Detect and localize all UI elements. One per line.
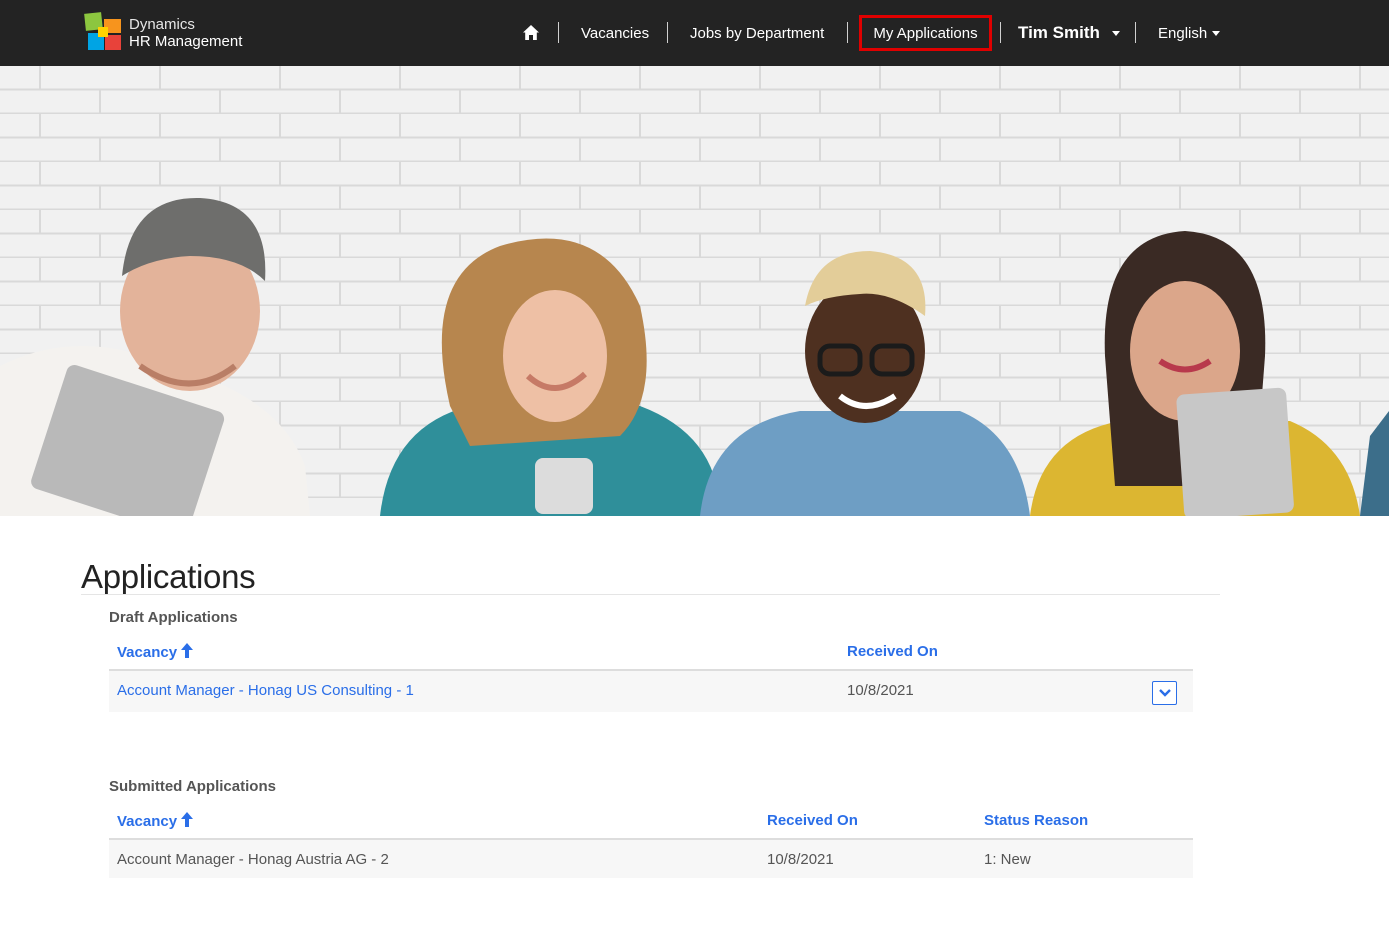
hero-banner-image bbox=[0, 66, 1389, 516]
draft-applications-grid: Vacancy Received On Account Manager - Ho… bbox=[109, 635, 1193, 712]
language-dropdown[interactable]: English bbox=[1158, 0, 1221, 66]
nav-separator bbox=[1135, 22, 1136, 43]
nav-vacancies[interactable]: Vacancies bbox=[581, 0, 649, 66]
dynamics-logo-icon bbox=[83, 12, 125, 53]
user-menu-dropdown[interactable]: Tim Smith bbox=[1018, 0, 1120, 66]
language-label: English bbox=[1158, 24, 1208, 42]
submitted-applications-title: Submitted Applications bbox=[109, 778, 276, 795]
brand-line-1: Dynamics bbox=[129, 16, 195, 33]
sort-ascending-icon bbox=[181, 643, 194, 658]
nav-separator bbox=[847, 22, 848, 43]
vacancy-link[interactable]: Account Manager - Honag US Consulting - … bbox=[117, 682, 414, 699]
nav-my-applications[interactable]: My Applications bbox=[859, 15, 992, 51]
nav-separator bbox=[667, 22, 668, 43]
table-row: Account Manager - Honag US Consulting - … bbox=[109, 671, 1193, 712]
caret-down-icon bbox=[1111, 30, 1120, 36]
nav-separator bbox=[1000, 22, 1001, 43]
nav-my-applications-label: My Applications bbox=[873, 24, 978, 42]
nav-jobs-by-department[interactable]: Jobs by Department bbox=[690, 0, 824, 66]
submitted-applications-grid: Vacancy Received On Status Reason Accoun… bbox=[109, 804, 1193, 878]
column-header-vacancy-label: Vacancy bbox=[117, 644, 178, 661]
vacancy-cell: Account Manager - Honag Austria AG - 2 bbox=[117, 851, 389, 868]
column-header-vacancy-label: Vacancy bbox=[117, 813, 178, 830]
nav-separator bbox=[558, 22, 559, 43]
top-navbar: Dynamics HR Management Vacancies Jobs by… bbox=[0, 0, 1389, 66]
column-header-status-reason[interactable]: Status Reason bbox=[984, 812, 1088, 829]
grid-header: Vacancy Received On bbox=[109, 635, 1193, 671]
nav-vacancies-label: Vacancies bbox=[581, 24, 650, 42]
brand-line-2: HR Management bbox=[129, 33, 243, 50]
table-row: Account Manager - Honag Austria AG - 2 1… bbox=[109, 840, 1193, 878]
column-header-vacancy[interactable]: Vacancy bbox=[117, 812, 194, 830]
chevron-down-icon bbox=[1158, 689, 1171, 697]
hero-people-with-devices-illustration bbox=[0, 66, 1389, 516]
brand-name: Dynamics HR Management bbox=[129, 16, 242, 50]
received-on-cell: 10/8/2021 bbox=[847, 682, 914, 699]
column-header-received-on[interactable]: Received On bbox=[847, 643, 938, 660]
column-header-received-on[interactable]: Received On bbox=[767, 812, 858, 829]
user-name: Tim Smith bbox=[1018, 23, 1100, 42]
draft-applications-title: Draft Applications bbox=[109, 609, 238, 626]
received-on-cell: 10/8/2021 bbox=[767, 851, 834, 868]
grid-header: Vacancy Received On Status Reason bbox=[109, 804, 1193, 840]
column-header-vacancy[interactable]: Vacancy bbox=[117, 643, 194, 661]
caret-down-icon bbox=[1212, 30, 1221, 36]
home-icon[interactable] bbox=[522, 24, 540, 41]
brand-logo-link[interactable]: Dynamics HR Management bbox=[83, 12, 242, 53]
row-actions-button[interactable] bbox=[1152, 681, 1177, 705]
page-title: Applications bbox=[81, 558, 256, 595]
title-divider bbox=[81, 594, 1220, 595]
nav-jobs-by-department-label: Jobs by Department bbox=[690, 24, 825, 42]
status-reason-cell: 1: New bbox=[984, 851, 1031, 868]
sort-ascending-icon bbox=[181, 812, 194, 827]
